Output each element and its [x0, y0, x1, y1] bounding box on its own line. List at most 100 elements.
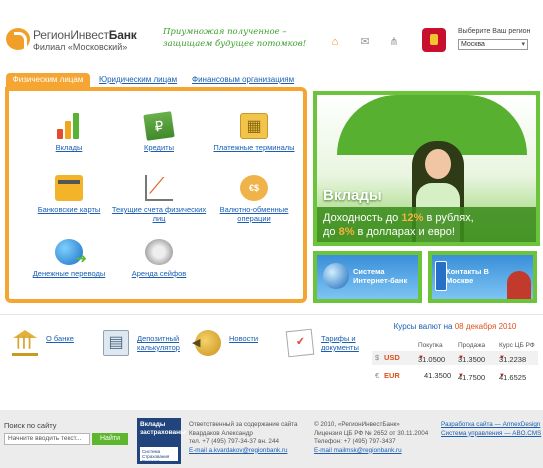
slogan-line-1: Приумножая полученное – [163, 27, 287, 37]
footer-license-column: © 2010, «РегионИнвестБанк» Лицензия ЦБ Р… [314, 421, 428, 455]
calculator-icon [103, 330, 129, 356]
product-bank-cards[interactable]: Банковские карты [21, 175, 117, 214]
footer-email-link[interactable]: E-mail a.kvardakov@regionbank.ru [189, 447, 298, 456]
banner-title: Вклады [323, 187, 382, 204]
product-terminals[interactable]: Платежные терминалы [206, 113, 302, 152]
product-label: Платежные терминалы [213, 143, 295, 152]
branch-name: Филиал «Московский» [33, 42, 128, 52]
sitemap-icon[interactable]: ⋔ [388, 36, 400, 48]
link-label: О банке [46, 334, 74, 343]
header-buy: Покупка [418, 342, 443, 349]
region-selector: Выберите Ваш регион Москва [422, 26, 531, 56]
moscow-contacts-banner[interactable]: Контакты В Москве [428, 251, 537, 303]
currency-date: 08 декабря 2010 [454, 322, 517, 331]
document-icon [285, 328, 315, 358]
developer-link[interactable]: Разработка сайта — ArmexDesign [441, 421, 541, 430]
footer-contact-column: Ответственный за содержание сайта Кварда… [189, 421, 298, 455]
growth-chart-icon [145, 173, 173, 201]
currency-row-usd: $ USD ▼ 31.0500 ▼ 31.3500 ▼ 31.2238 [372, 351, 538, 365]
tab-legal-entities[interactable]: Юридическим лицам [99, 73, 177, 87]
home-icon[interactable]: ⌂ [329, 36, 341, 48]
money-icon [143, 111, 175, 141]
banner-text-part: в долларах и евро! [354, 226, 455, 238]
currency-title: Курсы валют на 08 декабря 2010 [372, 322, 538, 331]
bank-building-icon [12, 330, 38, 356]
search-input[interactable]: Начните вводить текст... [4, 433, 90, 445]
brand-name[interactable]: РегионИнвестБанк [33, 28, 137, 42]
divider [0, 314, 543, 315]
link-label-line: Тарифы и [321, 334, 356, 343]
bank-logo-icon[interactable] [6, 28, 30, 50]
region-label: Выберите Ваш регион [458, 28, 531, 35]
link-label: Депозитный калькулятор [137, 334, 180, 352]
product-label: Банковские карты [37, 205, 101, 214]
currency-title-text: Курсы валют [393, 322, 442, 331]
search-button[interactable]: Найти [92, 433, 128, 445]
deposits-banner[interactable]: Вклады Доходность до 12% в рублях, до 8%… [313, 91, 540, 246]
brand-bold: Банк [108, 28, 137, 42]
slogan-line-2: защищаем будущее потомков! [163, 39, 307, 49]
banner-label: Система Интернет-банк [353, 267, 408, 285]
tab-financial-organizations[interactable]: Финансовым организациям [192, 73, 294, 87]
link-label-line: Новости [229, 334, 259, 343]
moscow-coat-of-arms-icon [422, 28, 446, 52]
globe-transfer-icon [55, 239, 87, 267]
currency-title-on: на [441, 322, 455, 331]
currency-symbol: € [375, 371, 380, 380]
search-label: Поиск по сайту [4, 421, 57, 430]
product-current-accounts[interactable]: Текущие счета физических лиц [111, 173, 207, 223]
buy-rate: 41.3500 [424, 371, 452, 380]
deposit-insurance-badge[interactable]: Вклады застрахованы Система Страхования … [137, 418, 186, 464]
currency-header-row: Покупка Продажа Курс ЦБ РФ [372, 340, 538, 351]
footer-line: тел. +7 (495) 797-34-37 вн. 244 [189, 438, 279, 445]
link-label-line: Депозитный [137, 334, 180, 343]
site-footer: Поиск по сайту Начните вводить текст... … [0, 410, 543, 468]
link-label-line: документы [321, 343, 359, 352]
bar-chart-icon [55, 113, 83, 139]
banner-text-part: в рублях, [423, 212, 474, 224]
product-label: Вклады [55, 143, 83, 152]
currency-row-eur: € EUR 41.3500 ▼ 41.7500 ▼ 41.6525 [372, 369, 538, 383]
footer-email-link[interactable]: E-mail mailmsk@regionbank.ru [314, 447, 428, 456]
sell-rate: 41.7500 [458, 373, 486, 382]
product-money-transfers[interactable]: Денежные переводы [21, 239, 117, 278]
safe-icon [145, 239, 173, 265]
globe-icon [323, 263, 349, 289]
banner-text: Доходность до 12% в рублях, до 8% в долл… [317, 207, 536, 242]
product-safe-rental[interactable]: Аренда сейфов [111, 239, 207, 278]
mail-icon[interactable]: ✉ [359, 36, 371, 48]
badge-line: Вклады [140, 421, 166, 428]
currency-exchange-icon [240, 175, 268, 201]
banner-text-part: Доходность до [323, 212, 402, 224]
footer-line: Квардаков Александр [189, 429, 253, 437]
cms-link[interactable]: Система управления — ABO.CMS [441, 430, 541, 439]
kremlin-icon [507, 271, 531, 299]
internet-bank-banner[interactable]: Система Интернет-банк [313, 251, 422, 303]
banner-text-part: до [323, 226, 339, 238]
product-deposits[interactable]: Вклады [21, 113, 117, 152]
tab-individuals[interactable]: Физическим лицам [6, 73, 90, 87]
header-cbr: Курс ЦБ РФ [499, 342, 535, 349]
product-label: Текущие счета физических лиц [111, 205, 207, 223]
brand-regular: РегионИнвест [33, 28, 109, 42]
products-panel: Вклады Кредиты Платежные терминалы Банко… [5, 87, 307, 303]
region-select[interactable]: Москва [458, 39, 528, 50]
link-label-line: О банке [46, 334, 74, 343]
footer-line: Телефон: +7 (495) 797-3437 [314, 438, 396, 445]
product-label: Денежные переводы [32, 269, 106, 278]
link-label-line: калькулятор [137, 343, 180, 352]
site-header: РегионИнвестБанк Филиал «Московский» При… [0, 0, 543, 68]
footer-line: Ответственный за содержание сайта [189, 421, 298, 428]
currency-code: EUR [384, 371, 400, 380]
cbr-rate: 31.2238 [499, 355, 527, 364]
banner-highlight: 12% [401, 212, 424, 224]
product-credits[interactable]: Кредиты [111, 111, 207, 152]
currency-code: USD [384, 353, 400, 362]
buy-rate: 31.0500 [418, 355, 446, 364]
product-currency-exchange[interactable]: Валютно-обменные операции [206, 175, 302, 223]
banner-highlight: 8% [338, 226, 355, 238]
terminal-icon [240, 113, 268, 139]
header-sell: Продажа [458, 342, 486, 349]
product-label: Аренда сейфов [131, 269, 187, 278]
footer-line: © 2010, «РегионИнвестБанк» [314, 421, 400, 428]
